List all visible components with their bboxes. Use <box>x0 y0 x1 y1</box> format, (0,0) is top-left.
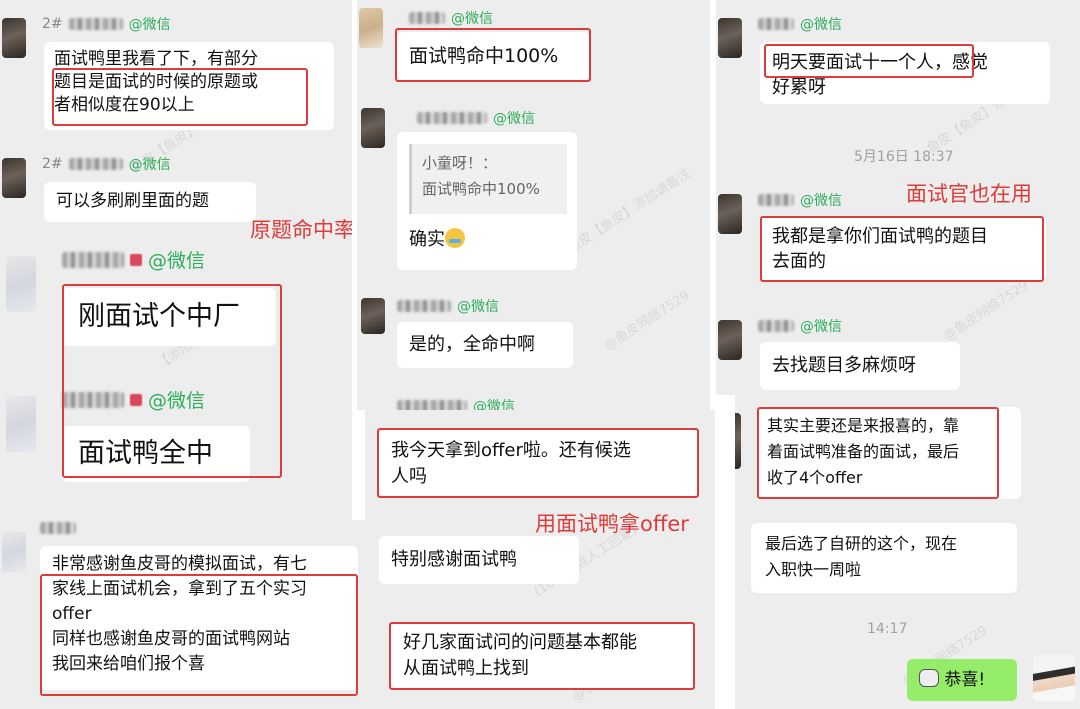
watermark: 鱼皮【鱼皮】添加请备注 <box>565 165 694 257</box>
chat-panel-1: 鱼皮【鱼皮】添加请备注 【添加请认真】 2#@微信 面试鸭里我看了下，有部分题目… <box>0 0 352 520</box>
sender-name: @微信 <box>397 396 515 410</box>
chat-panel-5: (10~19点人工回复) @鱼皮网络7529 我今天拿到offer啦。还有候选人… <box>365 410 715 709</box>
message-bubble[interactable]: 非常感谢鱼皮哥的模拟面试，有七 家线上面试机会，拿到了五个实习 offer 同样… <box>40 546 358 690</box>
avatar[interactable] <box>6 256 36 312</box>
message-bubble[interactable]: 明天要面试十一个人，感觉 好累呀 <box>760 42 1050 104</box>
message-bubble[interactable]: 特别感谢面试鸭 <box>379 536 579 584</box>
message-bubble[interactable]: 面试鸭全中 <box>62 426 250 482</box>
avatar[interactable] <box>359 8 383 48</box>
message-bubble[interactable]: 其实主要还是来报喜的，靠 着面试鸭准备的面试，最后 收了4个offer <box>757 407 1021 499</box>
message-bubble[interactable]: 面试鸭里我看了下，有部分 题目是面试的时候的原题或 者相似度在90以上 <box>44 42 334 130</box>
crying-laugh-emoji-icon <box>445 228 465 248</box>
sender-name: 2# @微信 <box>42 156 171 173</box>
chat-panel-3: 鱼皮【鱼皮】添加请备注 @鱼皮网络7529 @微信 明天要面试十一个人，感觉 好累… <box>716 0 1080 395</box>
avatar[interactable] <box>6 396 36 452</box>
chat-panel-6: @鱼皮网络7529 其实主要还是来报喜的，靠 着面试鸭准备的面试，最后 收了4个of… <box>735 395 1080 709</box>
message-bubble[interactable]: 小童呀！： 面试鸭命中100% 确实 <box>397 132 577 270</box>
avatar[interactable] <box>2 532 26 572</box>
sender-name: @微信 <box>758 14 842 34</box>
my-avatar[interactable] <box>1033 655 1075 701</box>
avatar[interactable] <box>361 108 385 148</box>
chat-panel-2: 鱼皮【鱼皮】添加请备注 @鱼皮网络7529 @微信 面试鸭命中100% @微信 … <box>357 0 710 410</box>
quoted-message: 小童呀！： 面试鸭命中100% <box>409 144 567 214</box>
annotation-label: 用面试鸭拿offer <box>535 512 689 536</box>
timestamp: 14:17 <box>867 621 908 637</box>
message-bubble[interactable]: 可以多刷刷里面的题 <box>44 182 256 222</box>
sender-name: @微信 <box>409 8 493 28</box>
message-bubble[interactable]: 是的，全命中啊 <box>397 322 573 368</box>
annotation-label: 面试官也在用 <box>906 182 1032 206</box>
watermark: @鱼皮网络7529 <box>601 288 693 355</box>
sender-name: @微信 <box>62 246 205 273</box>
sender-name: @微信 <box>417 108 535 128</box>
annotation-label: 原题命中率高 <box>250 218 352 242</box>
message-bubble[interactable]: 刚面试个中厂 <box>62 288 276 346</box>
avatar[interactable] <box>2 18 26 58</box>
watermark: @鱼皮网络7529 <box>940 278 1032 345</box>
avatar[interactable] <box>718 194 742 234</box>
message-bubble[interactable]: 最后选了自研的这个，现在 入职快一周啦 <box>751 523 1017 593</box>
cow-emoji-icon <box>919 669 939 687</box>
avatar[interactable] <box>361 298 385 334</box>
sender-name: 2# @微信 <box>42 16 171 33</box>
avatar[interactable] <box>718 320 742 360</box>
avatar[interactable] <box>735 413 741 469</box>
chat-panel-4: (10~19点人工回复) 非常感谢鱼皮哥的模拟面试，有七 家线上面试机会，拿到了… <box>0 520 365 709</box>
avatar[interactable] <box>718 18 742 58</box>
message-bubble[interactable]: 面试鸭命中100% <box>397 32 589 80</box>
message-text: 恭喜! <box>944 670 986 690</box>
message-bubble[interactable]: 好几家面试问的问题基本都能 从面试鸭上找到 <box>391 622 695 688</box>
my-message-bubble[interactable]: 恭喜! <box>907 659 1017 701</box>
message-text: 确实 <box>409 229 445 250</box>
timestamp: 5月16日 18:37 <box>854 149 954 165</box>
sender-name <box>40 522 76 534</box>
message-bubble[interactable]: 去找题目多麻烦呀 <box>760 342 960 390</box>
message-bubble[interactable]: 我都是拿你们面试鸭的题目 去面的 <box>760 216 1046 280</box>
avatar[interactable] <box>2 158 26 198</box>
message-bubble[interactable]: 我今天拿到offer啦。还有候选 人吗 <box>379 430 699 496</box>
sender-name: @微信 <box>758 316 842 336</box>
sender-name: @微信 <box>62 386 205 413</box>
sender-name: @微信 <box>758 190 842 210</box>
sender-name: @微信 <box>397 296 499 316</box>
